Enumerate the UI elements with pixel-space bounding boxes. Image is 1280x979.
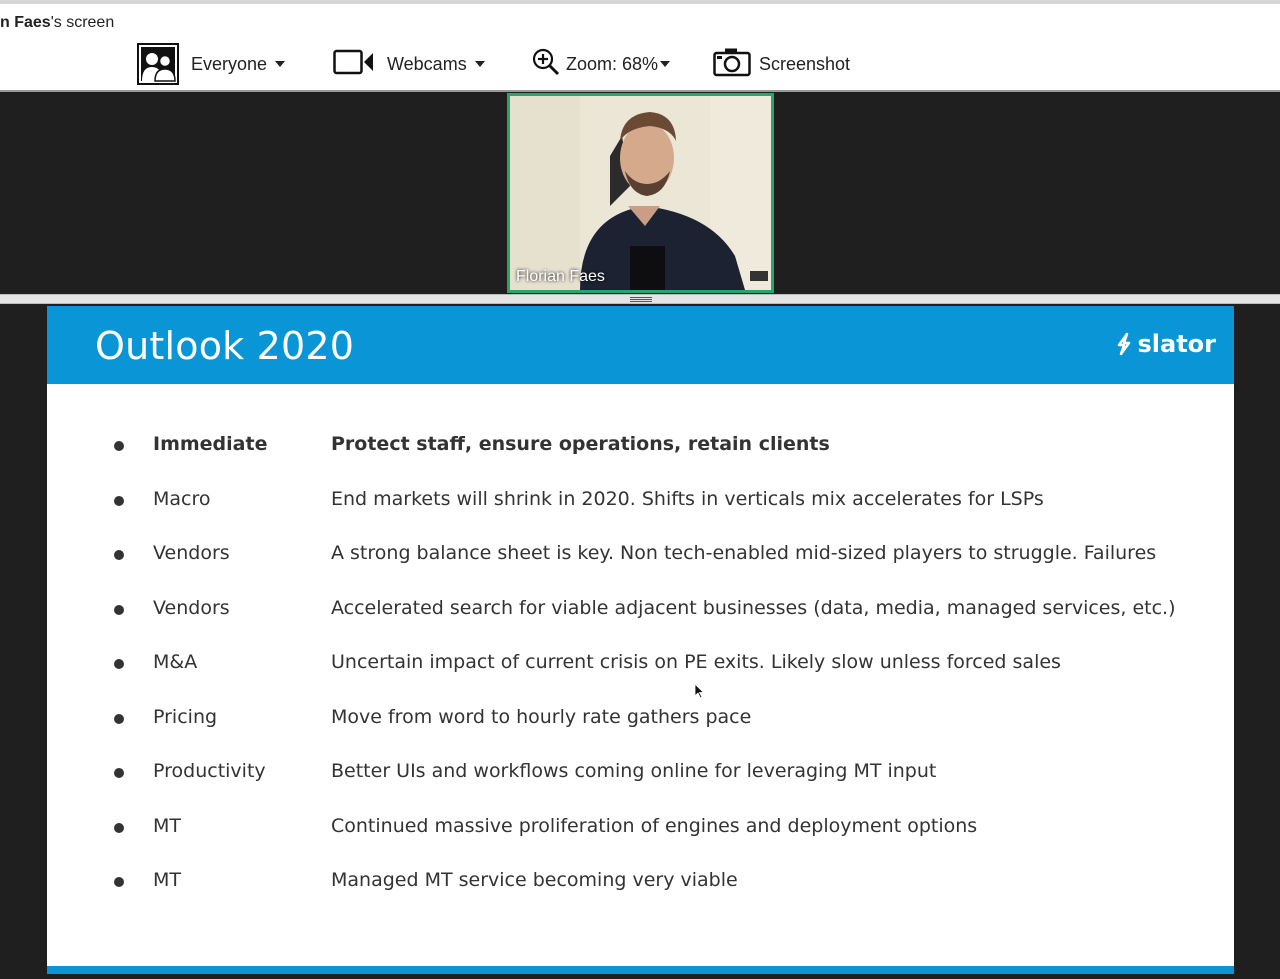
- bullet-dot-icon: [114, 822, 124, 833]
- bullet-dot-icon: [114, 659, 124, 669]
- top-toolbar: n Faes's screen Everyone Webcams Zoom: 6…: [0, 0, 1280, 92]
- bullet-description: Uncertain impact of current crisis on PE…: [331, 651, 1061, 673]
- webcam-strip: Florian Faes: [0, 92, 1280, 294]
- chevron-down-icon: [275, 61, 286, 67]
- bullet-category: Immediate: [153, 433, 268, 455]
- zoom-label: Zoom: 68%: [566, 53, 659, 74]
- bullet-category: MT: [153, 869, 181, 891]
- shared-screen-title: n Faes's screen: [0, 14, 114, 32]
- screenshot-button[interactable]: Screenshot: [713, 42, 850, 86]
- slide-bullet-row: MT Continued massive proliferation of eng…: [47, 813, 1234, 843]
- slator-logo: slator: [1115, 330, 1216, 358]
- presenter-name: n Faes: [0, 14, 51, 31]
- participant-name: Florian Faes: [516, 268, 605, 285]
- webcam-video-feed: [510, 96, 771, 290]
- bullet-category: Macro: [153, 487, 211, 510]
- bullet-description: A strong balance sheet is key. Non tech-…: [331, 542, 1157, 564]
- bullet-description: Continued massive proliferation of engin…: [331, 814, 978, 837]
- slide-bullet-row: Productivity Better UIs and workflows com…: [47, 758, 1234, 788]
- panel-splitter[interactable]: [0, 294, 1280, 304]
- shared-screen-area: Outlook 2020 slator Immediate Protect sta…: [0, 304, 1280, 979]
- slator-logo-text: slator: [1137, 330, 1216, 358]
- video-camera-icon: [333, 49, 375, 80]
- bullet-dot-icon: [114, 877, 124, 887]
- bullet-category: Pricing: [153, 705, 218, 728]
- webcam-tile[interactable]: Florian Faes: [507, 93, 774, 293]
- webcams-label: Webcams: [387, 53, 467, 74]
- slide-bullet-row: Vendors A strong balance sheet is key. No…: [47, 540, 1234, 570]
- zoom-in-icon: [532, 48, 560, 81]
- slide-bullet-row: Vendors Accelerated search for viable adj…: [47, 595, 1234, 625]
- bullet-dot-icon: [114, 604, 124, 615]
- slide-header: Outlook 2020 slator: [47, 306, 1234, 384]
- slide-bullet-row: Macro End markets will shrink in 2020. Sh…: [47, 486, 1234, 516]
- bullet-category: M&A: [153, 651, 198, 673]
- bullet-category: MT: [153, 814, 181, 837]
- bullet-dot-icon: [114, 495, 124, 506]
- bullet-category: Vendors: [153, 542, 230, 564]
- chevron-down-icon: [474, 61, 485, 67]
- resize-grip-icon[interactable]: [630, 297, 652, 302]
- chevron-down-icon: [660, 61, 671, 67]
- camera-icon: [713, 47, 751, 82]
- people-icon: [137, 43, 179, 85]
- bullet-dot-icon: [114, 713, 124, 724]
- bullet-description: End markets will shrink in 2020. Shifts …: [331, 487, 1044, 510]
- slide-bullet-row: Pricing Move from word to hourly rate gat…: [47, 704, 1234, 734]
- slide-bullet-row: MT Managed MT service becoming very viabl…: [47, 867, 1234, 897]
- bullet-category: Vendors: [153, 596, 230, 619]
- screenshot-label: Screenshot: [759, 53, 851, 74]
- slide-footer-bar: [47, 966, 1234, 974]
- bullet-description: Protect staff, ensure operations, retain…: [331, 433, 830, 455]
- slide-bullet-row: M&A Uncertain impact of current crisis on…: [47, 649, 1234, 679]
- mouse-cursor-icon: [695, 684, 705, 699]
- bullet-description: Move from word to hourly rate gathers pa…: [331, 705, 752, 728]
- everyone-label: Everyone: [191, 53, 268, 74]
- slator-logo-icon: [1118, 332, 1131, 356]
- bullet-dot-icon: [114, 441, 124, 451]
- screen-title-suffix: 's screen: [50, 14, 115, 31]
- zoom-dropdown[interactable]: Zoom: 68%: [532, 42, 671, 86]
- bullet-dot-icon: [114, 550, 124, 560]
- slide-bullet-row: Immediate Protect staff, ensure operation…: [47, 431, 1234, 461]
- webcams-dropdown[interactable]: Webcams: [333, 42, 485, 86]
- slide-title: Outlook 2020: [95, 324, 355, 368]
- bullet-dot-icon: [114, 768, 124, 778]
- bullet-description: Managed MT service becoming very viable: [331, 869, 738, 891]
- bullet-category: Productivity: [153, 760, 266, 782]
- bullet-description: Better UIs and workflows coming online f…: [331, 760, 937, 782]
- everyone-dropdown[interactable]: Everyone: [137, 42, 286, 86]
- bullet-description: Accelerated search for viable adjacent b…: [331, 596, 1176, 619]
- presentation-slide: Outlook 2020 slator Immediate Protect sta…: [47, 306, 1234, 974]
